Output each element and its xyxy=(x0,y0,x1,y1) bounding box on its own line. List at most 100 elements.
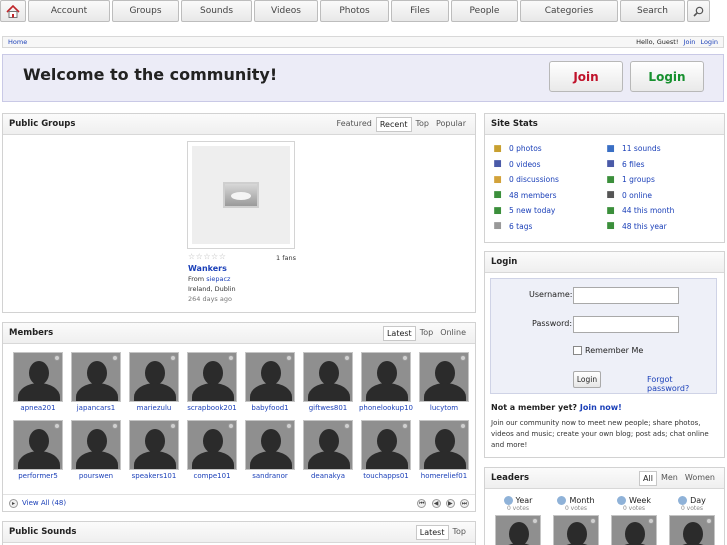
member-name-link[interactable]: phonelookup10 xyxy=(358,404,414,412)
last-page-icon[interactable]: ⏭ xyxy=(460,498,469,508)
stat-year[interactable]: ■ 48 this year xyxy=(605,221,667,232)
member-item[interactable]: compe101 xyxy=(184,420,240,480)
avatar[interactable] xyxy=(129,352,179,402)
leader-period[interactable]: Month xyxy=(549,496,603,505)
member-item[interactable]: touchapps01 xyxy=(358,420,414,480)
stat-new-today[interactable]: ■ 5 new today xyxy=(492,205,555,216)
member-item[interactable]: mariezulu xyxy=(126,352,182,412)
leader-avatar[interactable] xyxy=(669,515,715,545)
avatar[interactable] xyxy=(303,420,353,470)
member-name-link[interactable]: scrapbook201 xyxy=(184,404,240,412)
stat-online[interactable]: ■ 0 online xyxy=(605,190,652,201)
stat-discussion[interactable]: ■ 0 discussions xyxy=(492,174,559,185)
member-name-link[interactable]: touchapps01 xyxy=(358,472,414,480)
password-input[interactable] xyxy=(573,316,679,333)
login-submit-button[interactable]: Login xyxy=(573,371,601,388)
member-name-link[interactable]: lucytom xyxy=(416,404,472,412)
member-name-link[interactable]: pourswen xyxy=(68,472,124,480)
group-thumbnail[interactable] xyxy=(187,141,295,249)
avatar[interactable] xyxy=(245,420,295,470)
member-item[interactable]: pourswen xyxy=(68,420,124,480)
member-item[interactable]: babyfood1 xyxy=(242,352,298,412)
first-page-icon[interactable]: ⏮ xyxy=(417,498,427,508)
leader-avatar[interactable] xyxy=(611,515,657,545)
stat-month[interactable]: ■ 44 this month xyxy=(605,205,674,216)
member-item[interactable]: lucytom xyxy=(416,352,472,412)
breadcrumb-login-link[interactable]: Login xyxy=(700,38,718,46)
search-button[interactable] xyxy=(687,0,710,22)
tab-women[interactable]: Women xyxy=(682,471,718,486)
nav-groups[interactable]: Groups xyxy=(112,0,179,22)
nav-account[interactable]: Account xyxy=(28,0,110,22)
member-item[interactable]: speakers101 xyxy=(126,420,182,480)
avatar[interactable] xyxy=(419,420,469,470)
member-item[interactable]: performer5 xyxy=(10,420,66,480)
stat-groups[interactable]: ■ 1 groups xyxy=(605,174,655,185)
member-name-link[interactable]: homerelief01 xyxy=(416,472,472,480)
rating-stars[interactable]: ☆☆☆☆☆ xyxy=(188,252,226,261)
login-button[interactable]: Login xyxy=(630,61,704,92)
tab-top[interactable]: Top xyxy=(413,117,433,132)
view-all[interactable]: ▸ View All (48) xyxy=(9,498,66,508)
home-button[interactable] xyxy=(0,0,26,22)
nav-photos[interactable]: Photos xyxy=(320,0,389,22)
group-name-link[interactable]: Wankers xyxy=(188,264,227,273)
member-item[interactable]: homerelief01 xyxy=(416,420,472,480)
join-now-link[interactable]: Join now! xyxy=(580,403,622,412)
nav-categories[interactable]: Categories xyxy=(520,0,618,22)
username-input[interactable] xyxy=(573,287,679,304)
member-name-link[interactable]: mariezulu xyxy=(126,404,182,412)
stat-photo[interactable]: ■ 0 photos xyxy=(492,143,541,154)
next-page-icon[interactable]: ▶ xyxy=(445,498,455,508)
avatar[interactable] xyxy=(361,352,411,402)
member-name-link[interactable]: performer5 xyxy=(10,472,66,480)
prev-page-icon[interactable]: ◀ xyxy=(431,498,441,508)
tab-recent[interactable]: Recent xyxy=(375,116,412,132)
member-name-link[interactable]: deanakya xyxy=(300,472,356,480)
owner-link[interactable]: siepacz xyxy=(206,275,230,283)
avatar[interactable] xyxy=(419,352,469,402)
view-all-link[interactable]: View All (48) xyxy=(22,499,66,507)
member-name-link[interactable]: babyfood1 xyxy=(242,404,298,412)
member-name-link[interactable]: japancars1 xyxy=(68,404,124,412)
avatar[interactable] xyxy=(71,420,121,470)
join-button[interactable]: Join xyxy=(549,61,623,92)
nav-videos[interactable]: Videos xyxy=(254,0,318,22)
leader-period[interactable]: Week xyxy=(607,496,661,505)
avatar[interactable] xyxy=(13,420,63,470)
avatar[interactable] xyxy=(187,420,237,470)
stat-tag[interactable]: ■ 6 tags xyxy=(492,221,532,232)
avatar[interactable] xyxy=(71,352,121,402)
tab-popular[interactable]: Popular xyxy=(433,117,469,132)
tab-featured[interactable]: Featured xyxy=(334,117,375,132)
stat-sound[interactable]: ■ 11 sounds xyxy=(605,143,660,154)
member-item[interactable]: sandranor xyxy=(242,420,298,480)
avatar[interactable] xyxy=(245,352,295,402)
tab-top[interactable]: Top xyxy=(417,326,437,341)
member-name-link[interactable]: compe101 xyxy=(184,472,240,480)
member-item[interactable]: scrapbook201 xyxy=(184,352,240,412)
nav-search[interactable]: Search xyxy=(620,0,685,22)
stat-file[interactable]: ■ 6 files xyxy=(605,159,644,170)
avatar[interactable] xyxy=(361,420,411,470)
avatar[interactable] xyxy=(187,352,237,402)
tab-latest[interactable]: Latest xyxy=(382,325,416,341)
avatar[interactable] xyxy=(129,420,179,470)
nav-files[interactable]: Files xyxy=(391,0,449,22)
member-name-link[interactable]: giftwes801 xyxy=(300,404,356,412)
member-name-link[interactable]: sandranor xyxy=(242,472,298,480)
stat-members[interactable]: ■ 48 members xyxy=(492,190,556,201)
member-item[interactable]: apnea201 xyxy=(10,352,66,412)
leader-period[interactable]: Day xyxy=(665,496,719,505)
member-name-link[interactable]: speakers101 xyxy=(126,472,182,480)
nav-sounds[interactable]: Sounds xyxy=(181,0,252,22)
stat-video[interactable]: ■ 0 videos xyxy=(492,159,540,170)
nav-people[interactable]: People xyxy=(451,0,518,22)
breadcrumb-home[interactable]: Home xyxy=(8,38,27,46)
member-name-link[interactable]: apnea201 xyxy=(10,404,66,412)
leader-avatar[interactable] xyxy=(495,515,541,545)
tab-men[interactable]: Men xyxy=(658,471,681,486)
tab-all[interactable]: All xyxy=(639,470,657,486)
leader-period[interactable]: Year xyxy=(491,496,545,505)
member-item[interactable]: deanakya xyxy=(300,420,356,480)
